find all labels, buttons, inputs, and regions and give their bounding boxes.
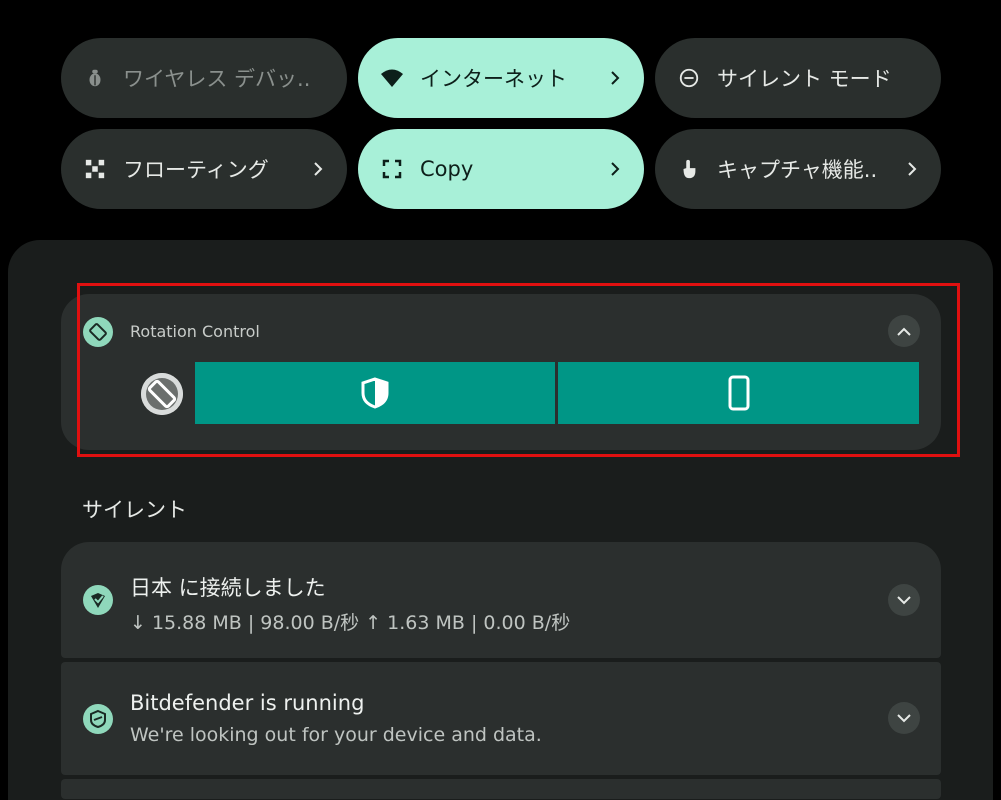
chevron-right-icon <box>309 160 327 178</box>
tile-label: フローティング <box>123 158 269 182</box>
touch-icon <box>677 157 701 181</box>
floating-icon <box>83 157 107 181</box>
notification-app-name: Rotation Control <box>130 322 260 341</box>
chevron-up-icon <box>897 327 911 336</box>
bitdefender-notification[interactable] <box>61 662 941 775</box>
tile-floating[interactable]: フローティング <box>61 129 347 209</box>
tile-wireless-debugging[interactable]: ワイヤレス デバッ.. <box>61 38 347 118</box>
tile-copy[interactable]: Copy <box>358 129 644 209</box>
tile-label: キャプチャ機能.. <box>717 158 878 182</box>
notification-title: Bitdefender is running <box>130 691 365 715</box>
notification-title: 日本 に接続しました <box>130 576 326 600</box>
section-label-silent: サイレント <box>82 498 187 522</box>
tile-capture[interactable]: キャプチャ機能.. <box>655 129 941 209</box>
tile-internet[interactable]: インターネット <box>358 38 644 118</box>
bug-icon <box>83 66 107 90</box>
chevron-down-icon <box>897 596 911 605</box>
chevron-right-icon <box>606 160 624 178</box>
fullscreen-icon <box>380 157 404 181</box>
chevron-right-icon <box>903 160 921 178</box>
rotation-app-icon <box>83 317 113 347</box>
do-not-disturb-icon <box>677 66 701 90</box>
tile-silent-mode[interactable]: サイレント モード <box>655 38 941 118</box>
vpn-icon <box>83 585 113 615</box>
notification-subtitle: We're looking out for your device and da… <box>130 724 542 746</box>
bitdefender-icon <box>83 704 113 734</box>
tile-label: ワイヤレス デバッ.. <box>123 67 311 91</box>
portrait-phone-icon <box>728 375 749 411</box>
collapse-button[interactable] <box>888 315 920 347</box>
tile-label: サイレント モード <box>717 67 892 91</box>
tile-label: インターネット <box>420 67 567 91</box>
notification-subtitle: ↓ 15.88 MB | 98.00 B/秒 ↑ 1.63 MB | 0.00 … <box>130 612 571 634</box>
tile-label: Copy <box>420 157 474 181</box>
rotation-auto-button[interactable] <box>195 362 555 424</box>
expand-button[interactable] <box>888 702 920 734</box>
chevron-down-icon <box>897 714 911 723</box>
expand-button[interactable] <box>888 584 920 616</box>
screen-rotation-icon <box>141 373 183 415</box>
rotation-portrait-button[interactable] <box>558 362 919 424</box>
shield-icon <box>361 377 389 409</box>
chevron-right-icon <box>606 69 624 87</box>
next-notification-partial <box>61 779 941 799</box>
wifi-icon <box>380 66 404 90</box>
